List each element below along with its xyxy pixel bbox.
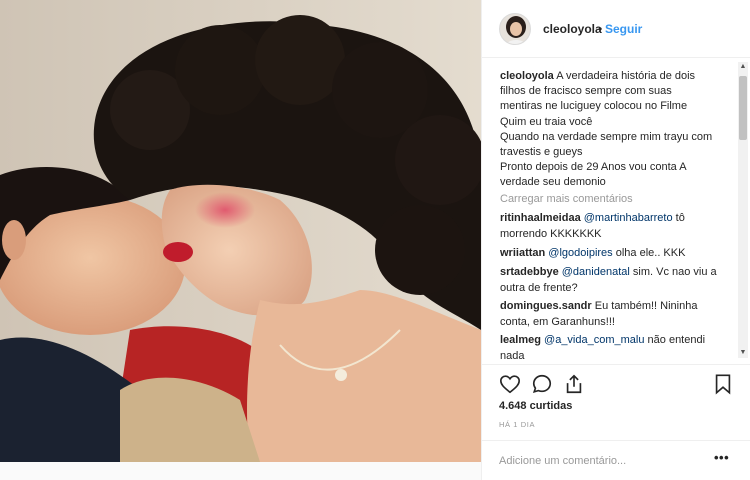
more-options-button[interactable]: •••: [714, 450, 729, 465]
comment-text: tô: [672, 212, 685, 224]
add-comment-section: •••: [482, 440, 750, 480]
bookmark-icon[interactable]: [712, 373, 734, 395]
caption-line: verdade seu demonio: [500, 176, 606, 189]
post-photo[interactable]: [0, 0, 481, 462]
comment-text: não entendi: [644, 334, 706, 346]
comment-text-continued: conta, em Garanhuns!!!: [500, 315, 615, 328]
post-actions: [482, 364, 750, 402]
comment-text: Eu também!! Nininha: [594, 300, 698, 312]
post-header: cleoloyola • Seguir: [482, 0, 750, 58]
comment-text-continued: morrendo KKKKKKK: [500, 227, 602, 240]
caption-line: cleoloyola A verdadeira história de dois: [500, 69, 730, 84]
comment-icon[interactable]: [531, 373, 553, 395]
comment-item: lealmeg @a_vida_com_malu não entendi nad…: [500, 333, 735, 362]
comment-username[interactable]: lealmeg: [500, 334, 541, 346]
comment-text: olha ele.. KKK: [612, 247, 686, 259]
caption-line: travestis e gueys: [500, 146, 583, 159]
caption-username[interactable]: cleoloyola: [500, 70, 554, 82]
comment-item: ritinhaalmeidaa @martinhabarreto tô morr…: [500, 211, 735, 242]
comment-item: wriiattan @lgodoipires olha ele.. KKK: [500, 246, 735, 262]
caption-line: mentiras ne luciguey colocou no Filme: [500, 100, 688, 113]
comment-mention[interactable]: @danidenatal: [562, 266, 630, 278]
comment-mention[interactable]: @lgodoipires: [548, 247, 612, 259]
likes-count[interactable]: 4.648 curtidas: [499, 400, 572, 412]
post-side-panel: cleoloyola • Seguir cleoloyola A verdade…: [481, 0, 750, 480]
comment-username[interactable]: ritinhaalmeidaa: [500, 212, 581, 224]
heart-icon[interactable]: [499, 373, 521, 395]
caption-text: A verdadeira história de dois: [556, 70, 696, 82]
comment-item: domingues.sandr Eu também!! Nininha cont…: [500, 299, 735, 330]
header-separator: •: [598, 22, 603, 36]
scroll-up-arrow-icon[interactable]: ▲: [738, 62, 748, 72]
load-more-comments-button[interactable]: Carregar mais comentários: [500, 193, 633, 205]
comment-mention[interactable]: @martinhabarreto: [584, 212, 673, 224]
comment-mention[interactable]: @a_vida_com_malu: [544, 334, 644, 346]
comment-username[interactable]: wriiattan: [500, 247, 545, 259]
photo-image: [0, 0, 481, 462]
comment-input[interactable]: [499, 451, 699, 471]
scroll-down-arrow-icon[interactable]: ▼: [738, 348, 748, 358]
comment-text-continued: nada: [500, 349, 525, 362]
photo-bottom-strip: [0, 462, 481, 480]
comments-list[interactable]: cleoloyola A verdadeira história de dois…: [482, 59, 750, 362]
caption-line: filhos de fracisco sempre com suas: [500, 85, 672, 98]
share-icon[interactable]: [563, 373, 585, 395]
caption-line: Pronto depois de 29 Anos vou conta A: [500, 161, 687, 174]
scrollbar-thumb[interactable]: [739, 76, 747, 140]
post-username[interactable]: cleoloyola: [543, 22, 602, 36]
post-caption: cleoloyola A verdadeira história de dois…: [500, 69, 730, 191]
avatar-image: [500, 14, 530, 44]
comment-username[interactable]: srtadebbye: [500, 266, 559, 278]
caption-line: Quando na verdade sempre mim trayu com: [500, 130, 713, 143]
comment-text: sim. Vc nao viu a: [629, 266, 717, 278]
comment-username[interactable]: domingues.sandr: [500, 300, 592, 312]
comment-item: srtadebbye @danidenatal sim. Vc nao viu …: [500, 265, 735, 296]
avatar[interactable]: [499, 13, 531, 45]
follow-button[interactable]: Seguir: [605, 22, 642, 36]
post-timestamp[interactable]: HÁ 1 DIA: [499, 420, 535, 429]
comment-text-continued: outra de frente?: [500, 281, 578, 294]
comments-scrollbar[interactable]: ▲ ▼: [738, 62, 748, 358]
caption-line: Quim eu traia você: [500, 115, 593, 128]
